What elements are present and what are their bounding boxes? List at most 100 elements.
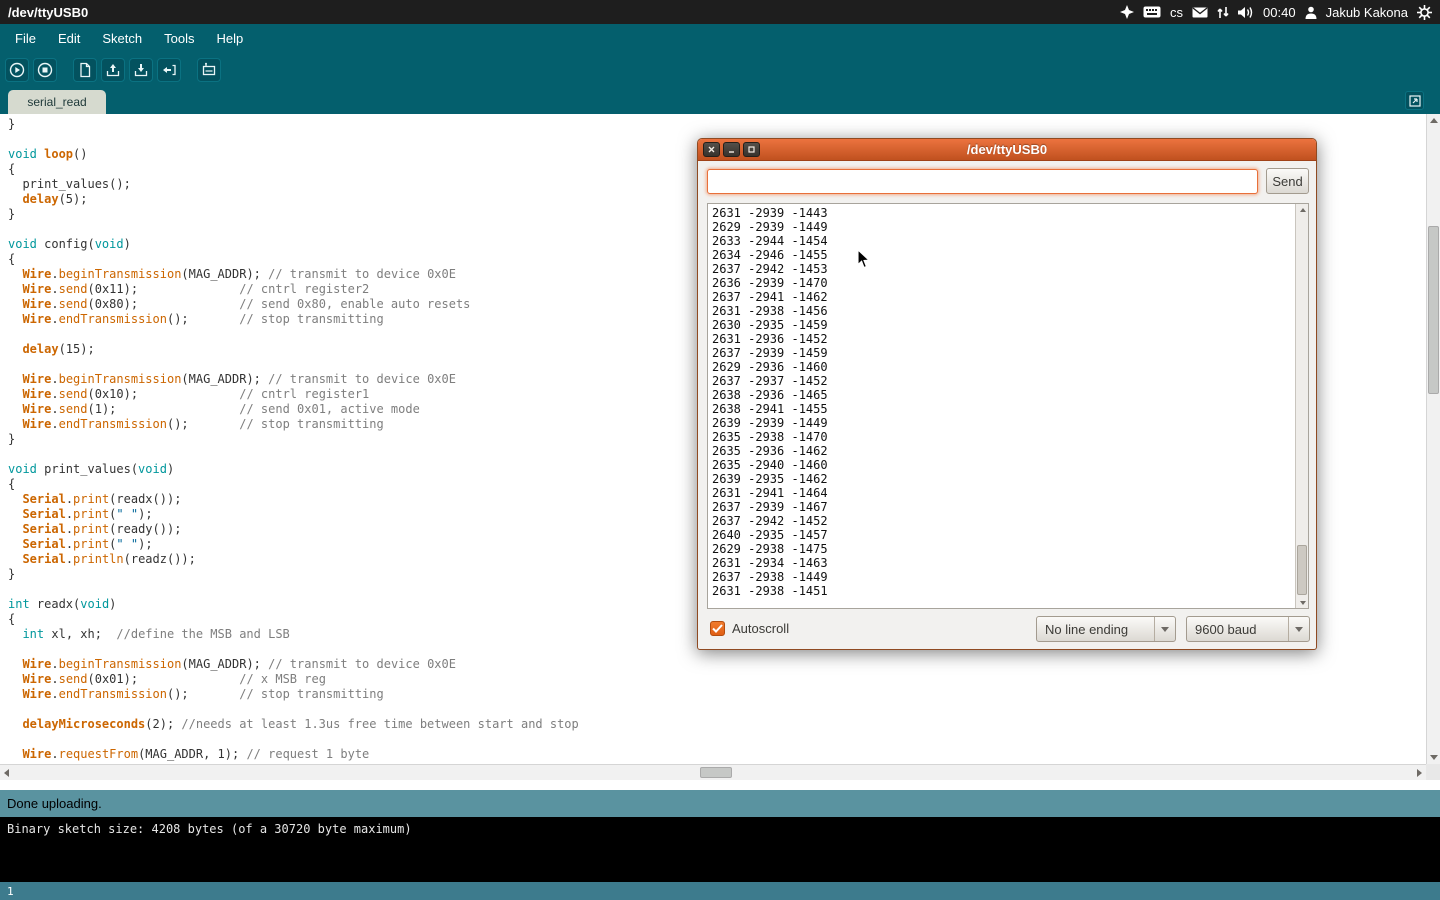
serial-line: 2637 -2939 -1459: [712, 346, 1294, 360]
serial-line: 2637 -2938 -1449: [712, 570, 1294, 584]
serial-send-input[interactable]: [707, 169, 1258, 194]
tab-menu-button[interactable]: [1405, 91, 1424, 110]
window-title: /dev/ttyUSB0: [8, 5, 88, 20]
serial-line: 2637 -2942 -1453: [712, 262, 1294, 276]
baud-rate-value: 9600 baud: [1187, 622, 1288, 637]
keyboard-layout-indicator[interactable]: cs: [1170, 5, 1183, 20]
open-sketch-button[interactable]: [101, 58, 125, 82]
status-bar: Done uploading.: [0, 790, 1440, 817]
build-console: Binary sketch size: 4208 bytes (of a 307…: [0, 817, 1440, 882]
clock[interactable]: 00:40: [1263, 5, 1296, 20]
serial-line: 2629 -2939 -1449: [712, 220, 1294, 234]
new-sketch-button[interactable]: [73, 58, 97, 82]
scroll-up-icon[interactable]: [1427, 114, 1440, 127]
serial-line: 2637 -2941 -1462: [712, 290, 1294, 304]
serial-monitor-titlebar[interactable]: /dev/ttyUSB0: [698, 139, 1316, 161]
code-line: [8, 732, 1426, 747]
code-line: [8, 702, 1426, 717]
editor-vscroll-thumb[interactable]: [1428, 226, 1439, 394]
menu-item-tools[interactable]: Tools: [153, 26, 205, 51]
serial-line: 2639 -2939 -1449: [712, 416, 1294, 430]
serial-line: 2638 -2941 -1455: [712, 402, 1294, 416]
status-indicator-icon[interactable]: [1120, 5, 1134, 19]
serial-line: 2631 -2936 -1452: [712, 332, 1294, 346]
autoscroll-label: Autoscroll: [732, 621, 789, 636]
chevron-down-icon[interactable]: [1154, 617, 1175, 641]
serial-line: 2630 -2935 -1459: [712, 318, 1294, 332]
editor-hscroll-thumb[interactable]: [700, 767, 732, 778]
scrollbar-corner: [1426, 764, 1440, 780]
code-line: }: [8, 117, 1426, 132]
network-traffic-icon[interactable]: [1217, 6, 1229, 19]
serial-scrollbar[interactable]: [1295, 204, 1308, 608]
serial-line: 2631 -2938 -1451: [712, 584, 1294, 598]
keyboard-icon[interactable]: [1143, 6, 1161, 18]
window-controls: [703, 142, 760, 157]
arduino-ide-screen: /dev/ttyUSB0 cs 00:40 Jakub Kakona: [0, 0, 1440, 900]
console-output: Binary sketch size: 4208 bytes (of a 307…: [7, 822, 1433, 836]
status-message: Done uploading.: [7, 796, 102, 811]
menu-item-file[interactable]: File: [4, 26, 47, 51]
maximize-icon[interactable]: [743, 142, 760, 157]
gear-icon[interactable]: [1417, 5, 1432, 20]
tab-label: serial_read: [27, 95, 86, 109]
line-ending-value: No line ending: [1037, 622, 1154, 637]
editor-vertical-scrollbar[interactable]: [1426, 114, 1440, 764]
user-name[interactable]: Jakub Kakona: [1326, 5, 1408, 20]
scroll-right-icon[interactable]: [1413, 766, 1426, 779]
serial-monitor-controls: Autoscroll No line ending 9600 baud: [698, 616, 1316, 642]
serial-line: 2629 -2936 -1460: [712, 360, 1294, 374]
editor-horizontal-scrollbar[interactable]: [0, 764, 1426, 780]
menu-bar: FileEditSketchToolsHelp: [0, 24, 1440, 52]
system-top-panel: /dev/ttyUSB0 cs 00:40 Jakub Kakona: [0, 0, 1440, 24]
serial-line: 2638 -2936 -1465: [712, 388, 1294, 402]
chevron-down-icon[interactable]: [1288, 617, 1309, 641]
scroll-up-icon[interactable]: [1296, 204, 1309, 215]
serial-line: 2631 -2939 -1443: [712, 206, 1294, 220]
baud-rate-dropdown[interactable]: 9600 baud: [1186, 616, 1310, 642]
serial-line: 2639 -2935 -1462: [712, 472, 1294, 486]
code-line: delayMicroseconds(2); //needs at least 1…: [8, 717, 1426, 732]
serial-output-area[interactable]: 2631 -2939 -14432629 -2939 -14492633 -29…: [707, 203, 1309, 609]
serial-line: 2635 -2940 -1460: [712, 458, 1294, 472]
serial-line: 2631 -2941 -1464: [712, 486, 1294, 500]
scroll-down-icon[interactable]: [1296, 597, 1309, 608]
menu-item-edit[interactable]: Edit: [47, 26, 91, 51]
scroll-left-icon[interactable]: [0, 766, 13, 779]
serial-output: 2631 -2939 -14432629 -2939 -14492633 -29…: [712, 206, 1294, 608]
system-tray: cs 00:40 Jakub Kakona: [1120, 5, 1432, 20]
close-icon[interactable]: [703, 142, 720, 157]
minimize-icon[interactable]: [723, 142, 740, 157]
serial-line: 2636 -2939 -1470: [712, 276, 1294, 290]
serial-line: 2635 -2938 -1470: [712, 430, 1294, 444]
volume-icon[interactable]: [1238, 6, 1254, 19]
serial-monitor-title: /dev/ttyUSB0: [698, 142, 1316, 157]
stop-button[interactable]: [33, 58, 57, 82]
user-icon[interactable]: [1305, 6, 1317, 19]
autoscroll-checkbox[interactable]: [710, 621, 725, 636]
serial-line: 2634 -2946 -1455: [712, 248, 1294, 262]
save-sketch-button[interactable]: [129, 58, 153, 82]
mail-icon[interactable]: [1192, 7, 1208, 18]
menu-item-help[interactable]: Help: [205, 26, 254, 51]
serial-monitor-button[interactable]: [197, 58, 221, 82]
editor-footer: 1: [0, 882, 1440, 900]
ide-toolbar: [0, 52, 1440, 88]
serial-line: 2635 -2936 -1462: [712, 444, 1294, 458]
serial-monitor-window: /dev/ttyUSB0 Send 2631 -2939 -14432629 -…: [697, 138, 1317, 650]
code-line: Wire.beginTransmission(MAG_ADDR); // tra…: [8, 657, 1426, 672]
serial-line: 2637 -2939 -1467: [712, 500, 1294, 514]
verify-button[interactable]: [5, 58, 29, 82]
upload-button[interactable]: [157, 58, 181, 82]
serial-scroll-thumb[interactable]: [1297, 545, 1307, 595]
send-button[interactable]: Send: [1266, 168, 1309, 194]
tab-serial-read[interactable]: serial_read: [8, 90, 106, 114]
serial-line: 2631 -2934 -1463: [712, 556, 1294, 570]
serial-line: 2637 -2937 -1452: [712, 374, 1294, 388]
serial-line: 2629 -2938 -1475: [712, 542, 1294, 556]
menu-item-sketch[interactable]: Sketch: [91, 26, 153, 51]
tab-strip: serial_read: [0, 88, 1440, 114]
line-ending-dropdown[interactable]: No line ending: [1036, 616, 1176, 642]
code-line: Wire.send(0x01); // x MSB reg: [8, 672, 1426, 687]
scroll-down-icon[interactable]: [1427, 751, 1440, 764]
